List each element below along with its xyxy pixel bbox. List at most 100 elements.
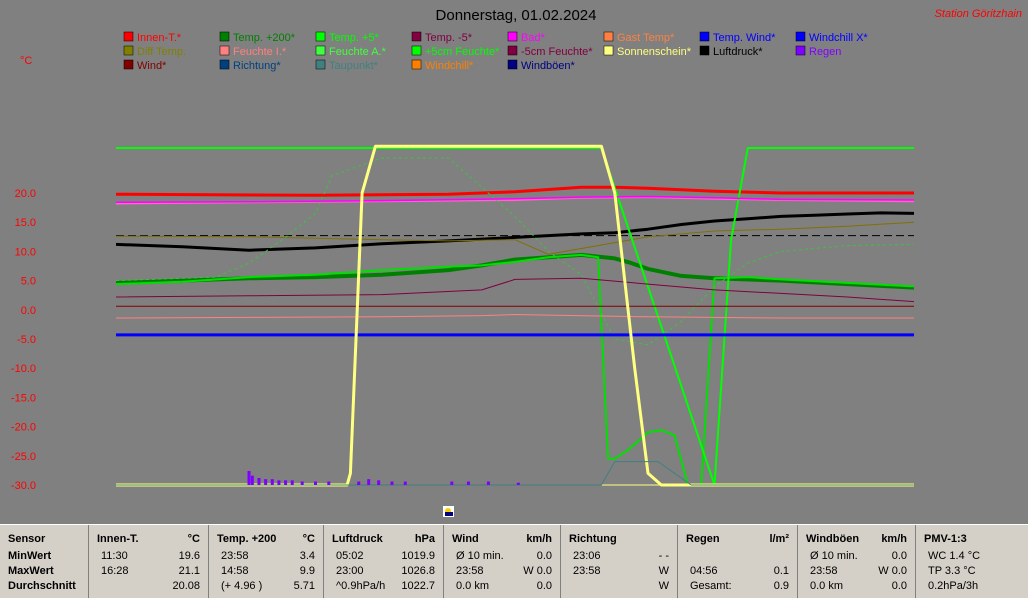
stats-max-time: MaxWert bbox=[8, 565, 54, 577]
legend-swatch bbox=[315, 45, 326, 56]
legend-swatch bbox=[219, 59, 230, 70]
rain-bar bbox=[357, 481, 361, 485]
legend-label: Windchill X* bbox=[809, 32, 868, 44]
stats-unit: km/h bbox=[881, 533, 907, 545]
stats-max-value: W 0.0 bbox=[878, 565, 907, 577]
stats-header: Sensor bbox=[8, 533, 46, 545]
legend-swatch bbox=[315, 59, 326, 70]
stats-max-value: 9.9 bbox=[299, 565, 315, 577]
series-line bbox=[116, 144, 914, 487]
legend-swatch bbox=[411, 59, 422, 70]
stats-max-value: 1026.8 bbox=[401, 565, 435, 577]
legend-item: Feuchte I.* bbox=[219, 45, 287, 58]
stats-header: Wind bbox=[452, 533, 479, 545]
stats-max-time: 23:58 bbox=[810, 565, 838, 577]
rain-bar bbox=[450, 481, 454, 485]
legend-swatch bbox=[507, 59, 518, 70]
stats-max-value: W bbox=[658, 565, 669, 577]
stats-unit: l/m² bbox=[769, 533, 789, 545]
legend-item: Windchill* bbox=[411, 59, 474, 72]
stats-column: Temp. +200 °C 23:58 3.4 14:58 9.9 (+ 4.96 ) 5.7… bbox=[208, 525, 323, 598]
plot-area bbox=[115, 144, 915, 487]
rain-bar bbox=[264, 479, 268, 485]
legend-label: Sonnenschein* bbox=[617, 46, 692, 58]
y-axis-ticks: 20.0 15.0 10.0 5.0 0.0 -5.0 -10.0 -15.0 -20.0 -25… bbox=[11, 188, 36, 492]
stats-avg-value: 20.08 bbox=[172, 580, 200, 592]
rain-bar bbox=[250, 475, 254, 485]
legend-label: Feuchte I.* bbox=[233, 46, 287, 58]
stats-header: Luftdruck bbox=[332, 533, 383, 545]
legend-item: Temp. +5* bbox=[315, 31, 380, 44]
series-line bbox=[115, 157, 915, 346]
y-tick-label: -5.0 bbox=[17, 334, 36, 346]
stats-header: Regen bbox=[686, 533, 720, 545]
stats-max-time: 23:58 bbox=[456, 565, 484, 577]
stats-header: Windböen bbox=[806, 533, 860, 545]
y-tick-label: 10.0 bbox=[15, 246, 36, 258]
legend-item: -5cm Feuchte* bbox=[507, 45, 593, 58]
stats-min-time: Ø 10 min. bbox=[810, 550, 858, 562]
y-tick-label: 15.0 bbox=[15, 217, 36, 229]
stats-min-time: 11:30 bbox=[101, 550, 128, 562]
legend-label: Wind* bbox=[137, 60, 167, 72]
legend-swatch bbox=[795, 31, 806, 42]
legend-item: Richtung* bbox=[219, 59, 281, 72]
stats-column: Luftdruck hPa 05:02 1019.9 23:00 1026.8 ^0.9hP… bbox=[323, 525, 443, 598]
stats-min-value: - - bbox=[658, 550, 669, 562]
rain-bar bbox=[300, 481, 304, 485]
legend-swatch bbox=[123, 31, 134, 42]
series-line bbox=[115, 253, 915, 486]
legend-swatch bbox=[219, 31, 230, 42]
stats-max-value: 21.1 bbox=[178, 565, 200, 577]
stats-max-value: W 0.0 bbox=[523, 565, 552, 577]
legend-label: -5cm Feuchte* bbox=[521, 46, 593, 58]
rain-bar bbox=[486, 481, 490, 485]
y-tick-label: -15.0 bbox=[11, 392, 36, 404]
legend-label: Richtung* bbox=[233, 60, 281, 72]
legend-item: Innen-T.* bbox=[123, 31, 182, 44]
legend-label: Bad* bbox=[521, 32, 546, 44]
series-line bbox=[115, 195, 915, 204]
y-tick-label: -30.0 bbox=[11, 480, 36, 492]
legend-swatch bbox=[603, 45, 614, 56]
rain-bar bbox=[377, 480, 381, 485]
stats-column: Innen-T. °C 11:30 19.6 16:28 21.1 20.08 bbox=[88, 525, 208, 598]
legend-label: Temp. Wind* bbox=[713, 32, 776, 44]
stats-min-value: 0.0 bbox=[536, 550, 552, 562]
legend-item: Wind* bbox=[123, 59, 167, 72]
stats-min-time: WC 1.4 °C bbox=[928, 550, 981, 562]
series-line bbox=[115, 185, 914, 197]
stats-header: PMV-1:3 bbox=[924, 533, 967, 545]
stats-max-value: 0.1 bbox=[773, 565, 789, 577]
stats-avg-label: 0.0 km bbox=[456, 580, 490, 592]
stats-header: Temp. +200 bbox=[217, 533, 277, 545]
legend-swatch bbox=[315, 31, 326, 42]
legend-item: Sonnenschein* bbox=[603, 45, 692, 58]
legend-label: Taupunkt* bbox=[329, 60, 379, 72]
rain-bar bbox=[466, 481, 470, 485]
legend-label: Regen bbox=[809, 46, 841, 58]
legend-swatch bbox=[699, 45, 710, 56]
legend-label: Temp. +200* bbox=[233, 32, 296, 44]
legend-label: Luftdruck* bbox=[713, 46, 763, 58]
legend-item: Windböen* bbox=[507, 59, 576, 72]
legend-item: Regen bbox=[795, 45, 841, 58]
rain-bar bbox=[247, 470, 251, 485]
legend-label: Windchill* bbox=[425, 60, 474, 72]
legend-swatch bbox=[123, 59, 134, 70]
legend-label: Diff Temp. bbox=[137, 46, 186, 58]
series-line bbox=[115, 314, 914, 319]
y-tick-label: 20.0 bbox=[15, 188, 36, 200]
legend-swatch bbox=[219, 45, 230, 56]
rain-bar bbox=[327, 481, 331, 485]
legend: Innen-T.* Temp. +200* Temp. +5* Temp. -5* Ba… bbox=[123, 31, 868, 72]
stats-unit: °C bbox=[302, 533, 315, 545]
stats-min-time: 23:06 bbox=[573, 550, 601, 562]
rain-bar bbox=[290, 480, 294, 485]
rain-bar bbox=[277, 480, 281, 485]
rain-bar bbox=[390, 481, 394, 485]
legend-swatch bbox=[795, 45, 806, 56]
sun-icon bbox=[443, 506, 454, 517]
rain-bar bbox=[270, 479, 274, 485]
stats-panel: Sensor MinWert MaxWert Durchschnitt Innen-T.… bbox=[0, 524, 1028, 598]
